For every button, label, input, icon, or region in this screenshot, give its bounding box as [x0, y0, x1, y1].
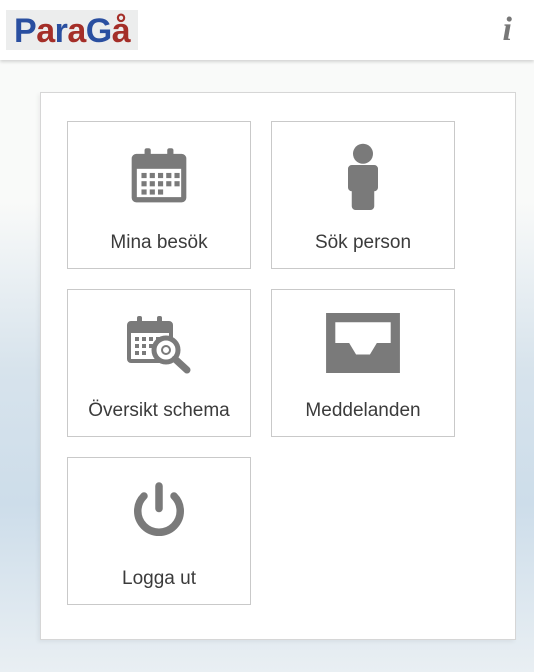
calendar-icon: [68, 122, 250, 228]
tile-mina-besok[interactable]: Mina besök: [67, 121, 251, 269]
tile-label: Meddelanden: [305, 400, 420, 422]
logo-letter: r: [55, 12, 68, 50]
main-panel: Mina besök Sök person: [40, 92, 516, 640]
logo-letter: G: [86, 12, 112, 50]
logo-letter: P: [14, 12, 36, 50]
tile-logga-ut[interactable]: Logga ut: [67, 457, 251, 605]
logo-letter: a: [36, 12, 54, 50]
tile-label: Mina besök: [110, 232, 207, 254]
logo-letter: å: [112, 12, 130, 50]
schedule-search-icon: [68, 290, 250, 396]
tile-sok-person[interactable]: Sök person: [271, 121, 455, 269]
inbox-icon: [272, 290, 454, 396]
info-button[interactable]: i: [495, 7, 520, 53]
logo-letter: a: [67, 12, 85, 50]
tile-meddelanden[interactable]: Meddelanden: [271, 289, 455, 437]
menu-grid: Mina besök Sök person: [41, 93, 515, 633]
app-logo: ParaGå: [6, 10, 138, 50]
power-icon: [68, 458, 250, 564]
tile-label: Översikt schema: [88, 400, 229, 422]
tile-label: Sök person: [315, 232, 411, 254]
person-icon: [272, 122, 454, 228]
topbar: ParaGå i: [0, 0, 534, 60]
tile-oversikt-schema[interactable]: Översikt schema: [67, 289, 251, 437]
tile-label: Logga ut: [122, 568, 196, 590]
